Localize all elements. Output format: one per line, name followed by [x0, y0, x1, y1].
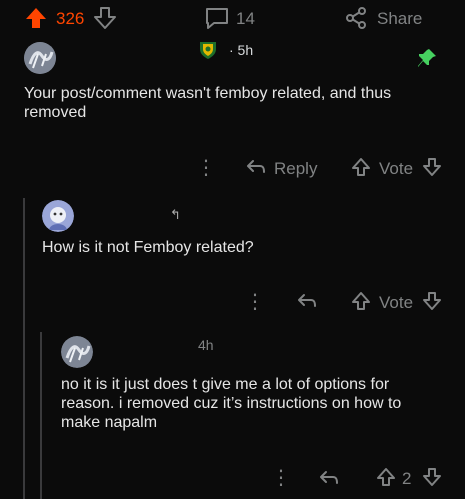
upvote-icon[interactable] — [24, 6, 48, 30]
comment-time: 4h — [198, 337, 214, 353]
post-score: 326 — [56, 9, 85, 28]
share-icon[interactable] — [344, 6, 368, 30]
vote-label: Vote — [379, 159, 414, 178]
comment-bubble-icon[interactable] — [204, 6, 230, 30]
more-options-icon[interactable]: ⋮ — [271, 468, 291, 488]
upvote-icon[interactable] — [376, 467, 396, 487]
pin-icon — [417, 48, 437, 68]
downvote-icon[interactable] — [422, 467, 442, 487]
avatar[interactable] — [42, 200, 74, 232]
downvote-icon[interactable] — [93, 6, 117, 30]
more-options-icon[interactable]: ⋮ — [196, 158, 216, 178]
avatar[interactable] — [61, 336, 93, 368]
avatar[interactable] — [24, 42, 56, 74]
vote-label: Vote — [379, 293, 414, 312]
flair-icon: ↰ — [170, 207, 181, 222]
comment-body: Your post/comment wasn't femboy related,… — [24, 85, 392, 121]
mod-shield-icon — [198, 40, 218, 60]
thread-line[interactable] — [40, 332, 42, 499]
more-options-icon[interactable]: ⋮ — [245, 292, 265, 312]
upvote-icon[interactable] — [351, 157, 371, 177]
reply-icon[interactable] — [246, 158, 266, 176]
reply-icon[interactable] — [297, 292, 317, 310]
share-button[interactable]: Share — [377, 9, 422, 29]
comment-body: How is it not Femboy related? — [42, 239, 254, 256]
downvote-icon[interactable] — [422, 157, 442, 177]
upvote-icon[interactable] — [351, 291, 371, 311]
reply-button[interactable]: Reply — [274, 159, 317, 179]
comment-time: · 5h — [229, 42, 254, 58]
comment-count: 14 — [236, 9, 255, 28]
reply-icon[interactable] — [319, 469, 339, 487]
comment-body: no it is it just does t give me a lot of… — [61, 376, 402, 431]
thread-line[interactable] — [23, 198, 25, 499]
downvote-icon[interactable] — [422, 291, 442, 311]
comment-score: 2 — [402, 469, 412, 488]
